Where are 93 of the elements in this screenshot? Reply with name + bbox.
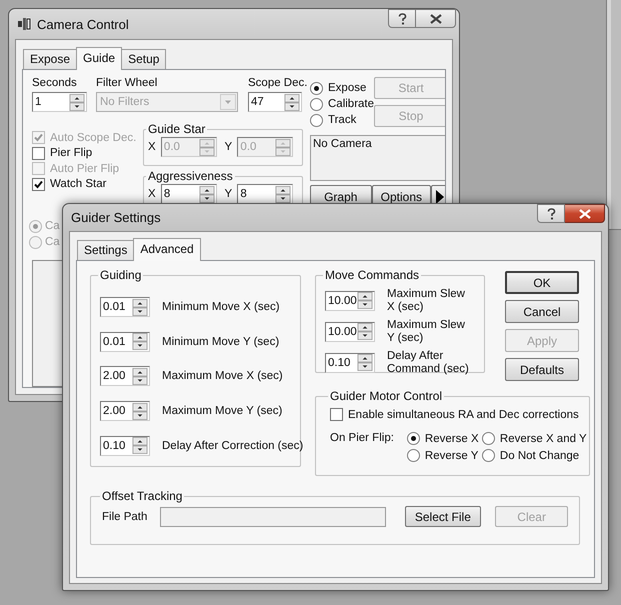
field-label: Filter Wheel bbox=[96, 76, 158, 90]
window-title: Camera Control bbox=[37, 16, 129, 32]
spinner-arrows-icon[interactable] bbox=[357, 354, 373, 371]
close-icon bbox=[430, 14, 442, 24]
spin-field[interactable]: 47 bbox=[248, 92, 302, 112]
radio-button[interactable] bbox=[406, 449, 420, 462]
arrow-right-icon bbox=[436, 190, 444, 204]
radio-label: Track bbox=[328, 114, 356, 126]
field-label: Seconds bbox=[32, 76, 77, 90]
radio-label: Reverse X bbox=[424, 432, 479, 444]
help-icon bbox=[546, 208, 556, 220]
field-label: Minimum Move X (sec) bbox=[162, 301, 280, 314]
radio-label: Do Not Change bbox=[500, 450, 580, 462]
group-title: Move Commands bbox=[324, 268, 420, 282]
help-button[interactable] bbox=[537, 204, 565, 223]
radio-button[interactable] bbox=[482, 432, 495, 445]
spin-field[interactable]: 2.00 bbox=[100, 366, 150, 386]
close-button[interactable] bbox=[416, 9, 456, 28]
spin-field[interactable]: 0.10 bbox=[100, 436, 150, 456]
axis-label: Y bbox=[224, 188, 234, 200]
device-icon bbox=[17, 17, 31, 31]
button[interactable]: OK bbox=[505, 271, 579, 294]
spin-field[interactable]: 8 bbox=[237, 184, 293, 204]
radio-button[interactable] bbox=[406, 432, 420, 445]
spinner-arrows-icon[interactable] bbox=[198, 186, 214, 202]
group-title: Aggressiveness bbox=[147, 169, 234, 183]
spinner-arrows-icon[interactable] bbox=[132, 368, 148, 385]
close-icon bbox=[578, 208, 590, 218]
tab[interactable]: Guide bbox=[76, 47, 122, 70]
spin-field[interactable]: 8 bbox=[160, 184, 216, 204]
field-label: Maximum Slew X (sec) bbox=[387, 288, 466, 314]
group-title: Guiding bbox=[99, 268, 142, 282]
checkbox-label: Enable simultaneous RA and Dec corrections bbox=[348, 408, 579, 421]
checkbox-label: Auto Scope Dec. bbox=[50, 132, 136, 144]
button[interactable]: Select File bbox=[404, 506, 482, 527]
radio-label: Ca bbox=[45, 236, 60, 248]
spin-field[interactable]: 0.10 bbox=[325, 352, 375, 372]
spin-field[interactable]: 10.00 bbox=[325, 290, 375, 310]
spinner-arrows-icon[interactable] bbox=[132, 402, 148, 420]
spinner-arrows-icon[interactable] bbox=[132, 333, 148, 350]
checkbox[interactable] bbox=[32, 146, 45, 160]
field-label: Delay After Command (sec) bbox=[387, 350, 470, 376]
window-title: Guider Settings bbox=[71, 210, 161, 225]
axis-label: X bbox=[148, 188, 157, 200]
field-label: Delay After Correction (sec) bbox=[162, 440, 304, 452]
checkbox-label: Pier Flip bbox=[50, 147, 92, 160]
radio-button[interactable] bbox=[482, 449, 495, 462]
checkbox-label: Auto Pier Flip bbox=[50, 162, 120, 175]
spinner-arrows-icon[interactable] bbox=[132, 298, 148, 316]
radio-button[interactable] bbox=[310, 82, 323, 94]
field-label: On Pier Flip: bbox=[330, 432, 394, 446]
field-label: Maximum Move Y (sec) bbox=[162, 405, 282, 418]
button[interactable]: Cancel bbox=[505, 300, 579, 323]
spinner-arrows-icon[interactable] bbox=[357, 323, 373, 340]
spinner-arrows-icon[interactable] bbox=[275, 186, 291, 202]
close-button[interactable] bbox=[565, 204, 605, 223]
tab[interactable]: Settings bbox=[77, 240, 134, 260]
spinner-arrows-icon[interactable] bbox=[69, 94, 85, 110]
help-icon bbox=[398, 12, 406, 24]
tab[interactable]: Setup bbox=[121, 49, 166, 69]
field-label: Maximum Move X (sec) bbox=[162, 370, 283, 382]
group-title: Offset Tracking bbox=[101, 489, 184, 503]
tab[interactable]: Advanced bbox=[133, 238, 201, 261]
radio-button[interactable] bbox=[310, 114, 323, 126]
checkbox-label: Watch Star bbox=[50, 178, 106, 190]
field-label: Minimum Move Y (sec) bbox=[162, 336, 280, 348]
status-text: No Camera bbox=[313, 138, 372, 150]
help-button[interactable] bbox=[388, 9, 416, 28]
field-label: Scope Dec. bbox=[248, 76, 308, 90]
radio-button[interactable] bbox=[310, 98, 323, 110]
spin-field[interactable]: 10.00 bbox=[325, 322, 375, 342]
spin-field[interactable]: 1 bbox=[32, 92, 87, 112]
button[interactable]: Defaults bbox=[505, 358, 579, 381]
spinner-arrows-icon[interactable] bbox=[284, 94, 300, 110]
radio-label: Calibrate bbox=[328, 98, 374, 110]
spinner-arrows-icon[interactable] bbox=[357, 292, 373, 309]
spin-field[interactable]: 0.01 bbox=[100, 332, 150, 352]
group-title: Guider Motor Control bbox=[329, 389, 444, 403]
checkbox[interactable] bbox=[330, 408, 343, 422]
axis-label: X bbox=[148, 141, 157, 153]
radio-label: Ca bbox=[45, 220, 60, 232]
spin-field[interactable]: 2.00 bbox=[100, 401, 150, 422]
radio-label: Reverse Y bbox=[424, 450, 478, 462]
spin-field[interactable]: 0.01 bbox=[100, 297, 150, 318]
radio-label: Reverse X and Y bbox=[500, 432, 587, 444]
spinner-arrows-icon[interactable] bbox=[132, 437, 148, 454]
group-title: Guide Star bbox=[147, 122, 206, 136]
radio-label: Expose bbox=[328, 82, 366, 94]
tab[interactable]: Expose bbox=[23, 49, 78, 69]
field-label: File Path bbox=[102, 510, 148, 522]
checkbox[interactable] bbox=[32, 178, 45, 191]
axis-label: Y bbox=[224, 141, 234, 153]
field-label: Maximum Slew Y (sec) bbox=[387, 318, 466, 344]
